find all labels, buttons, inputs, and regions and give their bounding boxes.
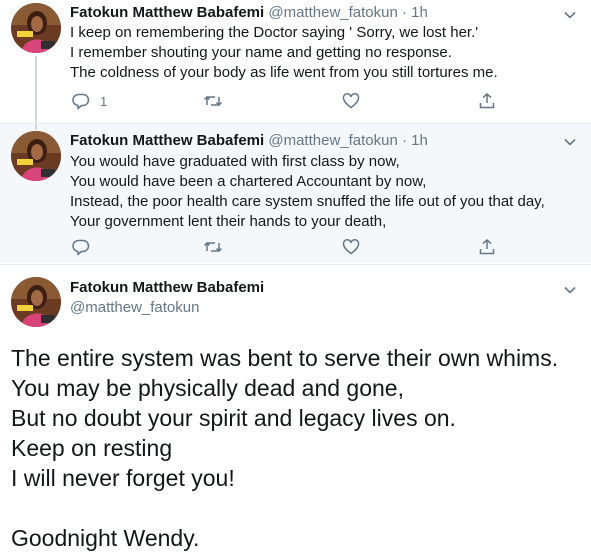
tweet-line: Keep on resting (11, 435, 173, 461)
tweet-line: You would have been a chartered Accounta… (70, 173, 427, 190)
tweet-header: Fatokun Matthew Babafemi @matthew_fatoku… (70, 4, 428, 21)
main-tweet: Fatokun Matthew Babafemi @matthew_fatoku… (0, 264, 591, 558)
tweet-text: I keep on remembering the Doctor saying … (70, 23, 498, 83)
chevron-down-icon[interactable] (563, 283, 577, 297)
handle[interactable]: @matthew_fatokun (70, 299, 264, 316)
tweet-line: I will never forget you! (11, 465, 235, 491)
handle[interactable]: @matthew_fatokun (268, 132, 397, 149)
display-name[interactable]: Fatokun Matthew Babafemi (70, 132, 264, 149)
tweet-line: You may be physically dead and gone, (11, 375, 404, 401)
thread-tweet-2[interactable]: Fatokun Matthew Babafemi @matthew_fatoku… (0, 123, 591, 263)
like-icon (342, 92, 360, 110)
avatar[interactable] (11, 3, 61, 53)
tweet-line: You would have graduated with first clas… (70, 153, 400, 170)
timestamp[interactable]: 1h (411, 4, 428, 21)
chevron-down-icon[interactable] (563, 8, 577, 22)
like-icon (342, 238, 360, 256)
share-button[interactable] (478, 90, 496, 112)
thread-connector (35, 124, 37, 130)
tweet-text: You would have graduated with first clas… (70, 152, 545, 232)
display-name[interactable]: Fatokun Matthew Babafemi (70, 279, 264, 296)
tweet-line (11, 493, 558, 523)
thread-connector (35, 56, 37, 123)
tweet-line: The entire system was bent to serve thei… (11, 345, 559, 371)
display-name[interactable]: Fatokun Matthew Babafemi (70, 4, 264, 21)
tweet-line: Goodnight Wendy. (11, 525, 200, 551)
tweet-line: Instead, the poor health care system snu… (70, 193, 545, 210)
separator-dot: · (402, 4, 407, 21)
tweet-text: The entire system was bent to serve thei… (11, 343, 558, 553)
share-icon (478, 238, 496, 256)
reply-icon (72, 92, 90, 110)
like-button[interactable] (342, 236, 360, 258)
retweet-icon (203, 92, 223, 110)
tweet-line: The coldness of your body as life went f… (70, 64, 498, 81)
reply-button[interactable]: 1 (72, 90, 107, 112)
timestamp[interactable]: 1h (411, 132, 428, 149)
retweet-button[interactable] (203, 236, 223, 258)
retweet-icon (203, 238, 223, 256)
chevron-down-icon[interactable] (563, 135, 577, 149)
author-info: Fatokun Matthew Babafemi @matthew_fatoku… (70, 279, 264, 316)
reply-icon (72, 238, 90, 256)
tweet-actions: 1 (70, 90, 510, 112)
avatar[interactable] (11, 131, 61, 181)
share-button[interactable] (478, 236, 496, 258)
like-button[interactable] (342, 90, 360, 112)
tweet-header: Fatokun Matthew Babafemi @matthew_fatoku… (70, 132, 428, 149)
tweet-line: I keep on remembering the Doctor saying … (70, 24, 479, 41)
thread-tweet-1[interactable]: Fatokun Matthew Babafemi @matthew_fatoku… (0, 0, 591, 123)
tweet-actions (70, 236, 510, 258)
share-icon (478, 92, 496, 110)
reply-button[interactable] (72, 236, 100, 258)
handle[interactable]: @matthew_fatokun (268, 4, 397, 21)
retweet-button[interactable] (203, 90, 223, 112)
tweet-line: But no doubt your spirit and legacy live… (11, 405, 456, 431)
avatar[interactable] (11, 277, 61, 327)
separator-dot: · (402, 132, 407, 149)
tweet-line: Your government lent their hands to your… (70, 213, 387, 230)
tweet-line: I remember shouting your name and gettin… (70, 44, 452, 61)
reply-count: 1 (100, 93, 108, 109)
